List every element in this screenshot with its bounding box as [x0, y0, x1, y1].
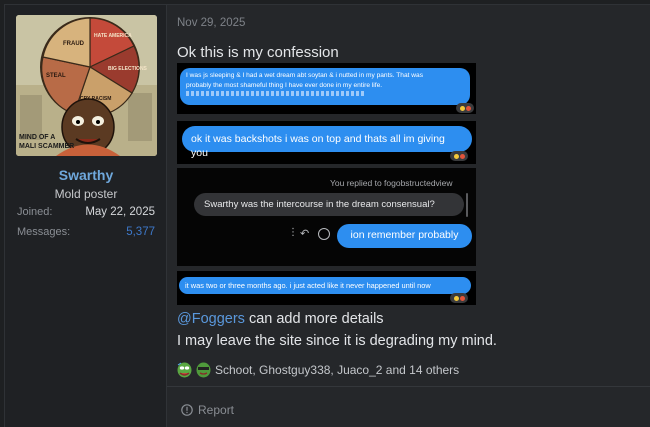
stat-label-messages: Messages: — [17, 226, 71, 238]
report-button[interactable]: Report — [181, 403, 234, 417]
chat-text: probably the most shameful thing I have … — [186, 81, 383, 89]
reply-arrow-icon[interactable]: ↶ — [300, 227, 309, 240]
user-title: Mold poster — [54, 187, 118, 201]
avatar-slice-label: HATE AMERICA — [94, 33, 132, 39]
post-content: Nov 29, 2025 Ok this is my confession I … — [167, 5, 650, 427]
embedded-screenshot-2[interactable]: ok it was backshots i was on top and tha… — [177, 121, 476, 164]
stat-value-joined: May 22, 2025 — [85, 206, 155, 218]
chat-bubble: I was js sleeping & I had a wet dream ab… — [180, 68, 470, 105]
reply-indicator-bar — [466, 193, 468, 217]
embedded-screenshot-3[interactable]: You replied to fogobstructedview Swarthy… — [177, 168, 476, 266]
post-date[interactable]: Nov 29, 2025 — [177, 17, 245, 29]
closing-text: can add more details — [244, 311, 384, 327]
forum-post: FRAUD HATE AMERICA BIG ELECTIONS CRY RAC… — [4, 4, 650, 427]
avatar-slice-label: BIG ELECTIONS — [108, 66, 148, 72]
chat-text: I was js sleeping & I had a wet dream ab… — [186, 72, 424, 79]
pepe-laugh-icon — [177, 362, 192, 378]
emoji-icon[interactable] — [318, 228, 330, 240]
stat-value-messages[interactable]: 5,377 — [126, 226, 155, 238]
reply-note: You replied to fogobstructedview — [330, 178, 453, 188]
avatar-slice-label: FRAUD — [63, 41, 85, 47]
quoted-message: Swarthy was the intercourse in the dream… — [194, 193, 464, 216]
chat-bubble: ion remember probably — [337, 224, 472, 248]
username-link[interactable]: Swarthy — [5, 167, 167, 183]
scribbled-text — [186, 91, 366, 96]
report-label: Report — [198, 403, 235, 417]
post-closing-line2: I may leave the site since it is degradi… — [177, 333, 497, 349]
post-closing-line1: @Foggers can add more details — [177, 312, 384, 327]
avatar-image: FRAUD HATE AMERICA BIG ELECTIONS CRY RAC… — [16, 15, 157, 156]
post-author-sidebar: FRAUD HATE AMERICA BIG ELECTIONS CRY RAC… — [5, 5, 167, 427]
embedded-screenshot-4[interactable]: it was two or three months ago. i just a… — [177, 271, 476, 305]
avatar-caption: MIND OF A — [19, 134, 55, 141]
chat-bubble: it was two or three months ago. i just a… — [179, 277, 471, 294]
reaction-badge — [450, 293, 468, 303]
avatar-caption: MALI SCAMMER — [19, 143, 74, 150]
post-intro-text: Ok this is my confession — [177, 44, 339, 61]
avatar-slice-label: STEAL — [46, 73, 66, 79]
chat-bubble: ok it was backshots i was on top and tha… — [182, 126, 472, 159]
post-footer-divider — [167, 386, 650, 387]
avatar[interactable]: FRAUD HATE AMERICA BIG ELECTIONS CRY RAC… — [16, 15, 157, 156]
pepe-cool-icon — [196, 362, 211, 378]
stat-label-joined: Joined: — [17, 206, 53, 218]
warning-circle-icon — [181, 404, 193, 416]
reactions-bar[interactable]: Schoot, Ghostguy338, Juaco_2 and 14 othe… — [177, 361, 459, 379]
reactions-summary[interactable]: Schoot, Ghostguy338, Juaco_2 and 14 othe… — [215, 363, 459, 377]
reaction-badge — [456, 103, 474, 113]
reaction-badge — [450, 151, 468, 161]
more-options-icon[interactable]: ⋮ — [288, 227, 298, 238]
user-mention-link[interactable]: @Foggers — [177, 311, 245, 327]
embedded-screenshot-1[interactable]: I was js sleeping & I had a wet dream ab… — [177, 63, 476, 114]
